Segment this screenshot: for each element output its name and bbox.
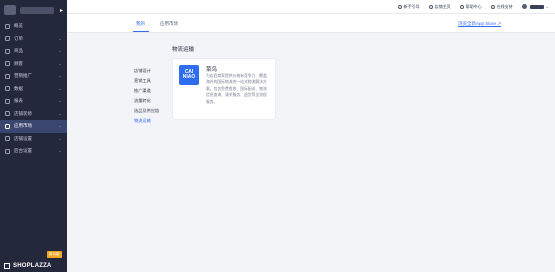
sidebar-item-admin-settings[interactable]: 后台设置 ⌄ xyxy=(0,145,67,158)
category-item-logistics[interactable]: 物流运输 xyxy=(134,116,159,126)
sidebar-item-products[interactable]: 商品 ⌄ xyxy=(0,45,67,58)
data-icon xyxy=(5,86,10,92)
reports-icon xyxy=(5,98,10,104)
chevron-down-icon[interactable]: ⌄ xyxy=(546,4,549,9)
top-bar: 新手引导 店铺主页 帮助中心 在线支持 ⌄ xyxy=(67,0,555,14)
chevron-down-icon: ⌄ xyxy=(58,48,62,54)
chevron-down-icon: ⌄ xyxy=(58,85,62,91)
sidebar-item-store-settings[interactable]: 店铺设置 ⌄ xyxy=(0,133,67,146)
top-link-onboarding[interactable]: 新手引导 xyxy=(397,4,420,10)
store-name-redacted xyxy=(20,6,54,14)
category-list: 店铺设计 营销工具 推广渠道 流量转化 选品及供应链 物流运输 xyxy=(134,66,159,126)
wrench-icon xyxy=(5,123,10,129)
app-description: 为店匠商家提供价格有竞争力、覆盖海外的国际物流的一站式物流解决方案。包含免费揽收… xyxy=(206,74,267,104)
category-item-channels[interactable]: 推广渠道 xyxy=(134,86,159,96)
chevron-down-icon: ⌄ xyxy=(58,98,62,104)
top-link-online-support[interactable]: 在线支持 xyxy=(490,4,513,10)
category-item-marketing-tools[interactable]: 营销工具 xyxy=(134,76,159,86)
caret-right-icon: ▸ xyxy=(59,7,63,14)
tab-app-market[interactable]: 应用市场 xyxy=(160,21,178,27)
sidebar-item-orders[interactable]: 订单 ⌄ xyxy=(0,33,67,46)
sidebar-item-data[interactable]: 数据 ⌄ xyxy=(0,83,67,96)
app-title: 菜鸟 xyxy=(206,67,218,73)
section-title: 物流运输 xyxy=(172,47,195,53)
chat-icon xyxy=(490,4,495,9)
sidebar-item-customers[interactable]: 顾客 ⌄ xyxy=(0,58,67,71)
orders-icon xyxy=(5,36,10,42)
new-app-store-link[interactable]: 浏览全新App Store ↗ xyxy=(458,21,501,27)
brand-name: SHOPLAZZA xyxy=(13,263,52,269)
sidebar: ▸ 概览 订单 ⌄ 商品 ⌄ 顾客 ⌄ 营销推广 ⌄ 数据 ⌄ 报表 ⌄ 店铺装修 ⌄ 应用市… xyxy=(0,0,67,272)
products-icon xyxy=(5,48,10,54)
chevron-down-icon: ⌄ xyxy=(58,60,62,66)
sidebar-item-overview[interactable]: 概览 xyxy=(0,20,67,33)
tab-bar: 我的 应用市场 浏览全新App Store ↗ xyxy=(67,14,555,33)
chevron-down-icon: ⌄ xyxy=(58,135,62,141)
tab-mine[interactable]: 我的 xyxy=(136,21,145,27)
top-link-store-home[interactable]: 店铺主页 xyxy=(428,4,451,10)
category-item-conversion[interactable]: 流量转化 xyxy=(134,96,159,106)
sidebar-item-store-design[interactable]: 店铺装修 ⌄ xyxy=(0,108,67,121)
user-avatar[interactable] xyxy=(521,4,527,9)
category-item-store-design[interactable]: 店铺设计 xyxy=(134,66,159,76)
admin-icon xyxy=(5,148,10,154)
store-icon xyxy=(428,4,433,9)
new-feature-badge: 新功能 xyxy=(47,251,62,258)
active-tab-indicator xyxy=(133,31,149,33)
chevron-down-icon: ⌄ xyxy=(58,148,62,154)
chevron-down-icon: ⌄ xyxy=(58,110,62,116)
home-icon xyxy=(5,23,10,29)
sidebar-nav: 概览 订单 ⌄ 商品 ⌄ 顾客 ⌄ 营销推广 ⌄ 数据 ⌄ 报表 ⌄ 店铺装修 ⌄ 应用市场 ⌄… xyxy=(0,20,67,158)
design-icon xyxy=(5,111,10,117)
store-switcher[interactable]: ▸ xyxy=(0,0,67,20)
app-card-cainiao[interactable]: CAI NIAO 菜鸟 为店匠商家提供价格有竞争力、覆盖海外的国际物流的一站式物流… xyxy=(173,59,275,119)
settings-icon xyxy=(5,136,10,142)
user-name-redacted[interactable] xyxy=(529,4,544,9)
category-item-sourcing[interactable]: 选品及供应链 xyxy=(134,106,159,116)
marketing-icon xyxy=(5,73,10,79)
store-logo xyxy=(4,5,16,15)
sidebar-item-app-market[interactable]: 应用市场 ⌄ xyxy=(0,120,67,133)
sidebar-item-marketing[interactable]: 营销推广 ⌄ xyxy=(0,70,67,83)
sidebar-item-reports[interactable]: 报表 ⌄ xyxy=(0,95,67,108)
cainiao-logo-icon: CAI NIAO xyxy=(179,65,199,85)
brand-logo: SHOPLAZZA xyxy=(4,263,51,269)
chevron-down-icon: ⌄ xyxy=(58,73,62,79)
chevron-down-icon: ⌄ xyxy=(58,123,62,129)
guide-icon xyxy=(397,4,402,9)
chevron-down-icon: ⌄ xyxy=(58,35,62,41)
shoplazza-logo-icon xyxy=(4,263,10,269)
help-icon xyxy=(459,4,464,9)
customers-icon xyxy=(5,61,10,67)
top-link-help-center[interactable]: 帮助中心 xyxy=(459,4,482,10)
